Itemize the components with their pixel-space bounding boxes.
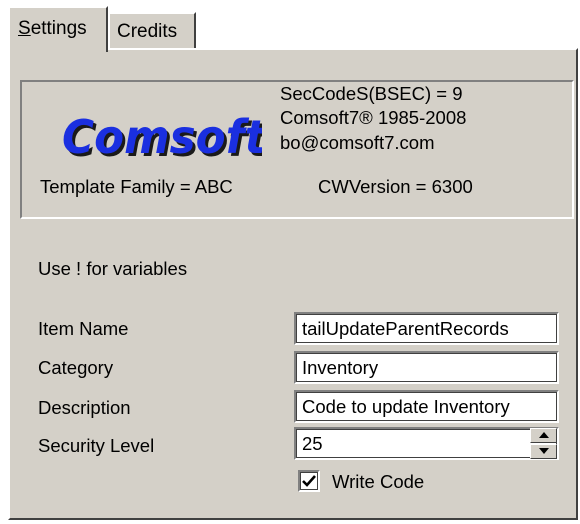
tab-settings[interactable]: Settings [8,6,108,52]
item-name-label: Item Name [38,318,129,339]
checkmark-icon [302,475,316,487]
email-text: bo@comsoft7.com [280,132,435,153]
spin-up-button[interactable] [530,428,557,443]
security-level-input[interactable]: 25 [294,427,559,460]
category-input[interactable]: Inventory [294,351,559,384]
copyright-text: Comsoft7® 1985-2008 [280,107,467,128]
sec-code-text: SecCodeS(BSEC) = 9 [280,83,463,104]
template-family-text: Template Family = ABC [40,176,233,197]
description-label: Description [38,397,131,418]
item-name-input[interactable]: tailUpdateParentRecords [294,312,559,345]
category-label: Category [38,357,114,378]
write-code-label[interactable]: Write Code [332,471,424,493]
tab-settings-label: Settings [18,18,87,39]
variables-hint: Use ! for variables [38,258,188,279]
cw-version-text: CWVersion = 6300 [318,176,473,197]
properties-dialog: Settings Credits Comsoft7 Comsoft7 SecCo… [0,0,580,524]
arrow-up-icon [539,432,549,438]
security-level-label: Security Level [38,435,155,456]
description-input[interactable]: Code to update Inventory [294,390,559,423]
arrow-down-icon [539,448,549,454]
comsoft7-logo: Comsoft7 Comsoft7 [62,110,262,167]
spin-down-button[interactable] [530,444,557,459]
tab-credits[interactable]: Credits [108,12,196,48]
logo-text: Comsoft7 [62,110,262,164]
security-level-spinner [530,428,557,459]
write-code-checkbox[interactable] [298,470,320,492]
tab-credits-label: Credits [117,21,178,42]
